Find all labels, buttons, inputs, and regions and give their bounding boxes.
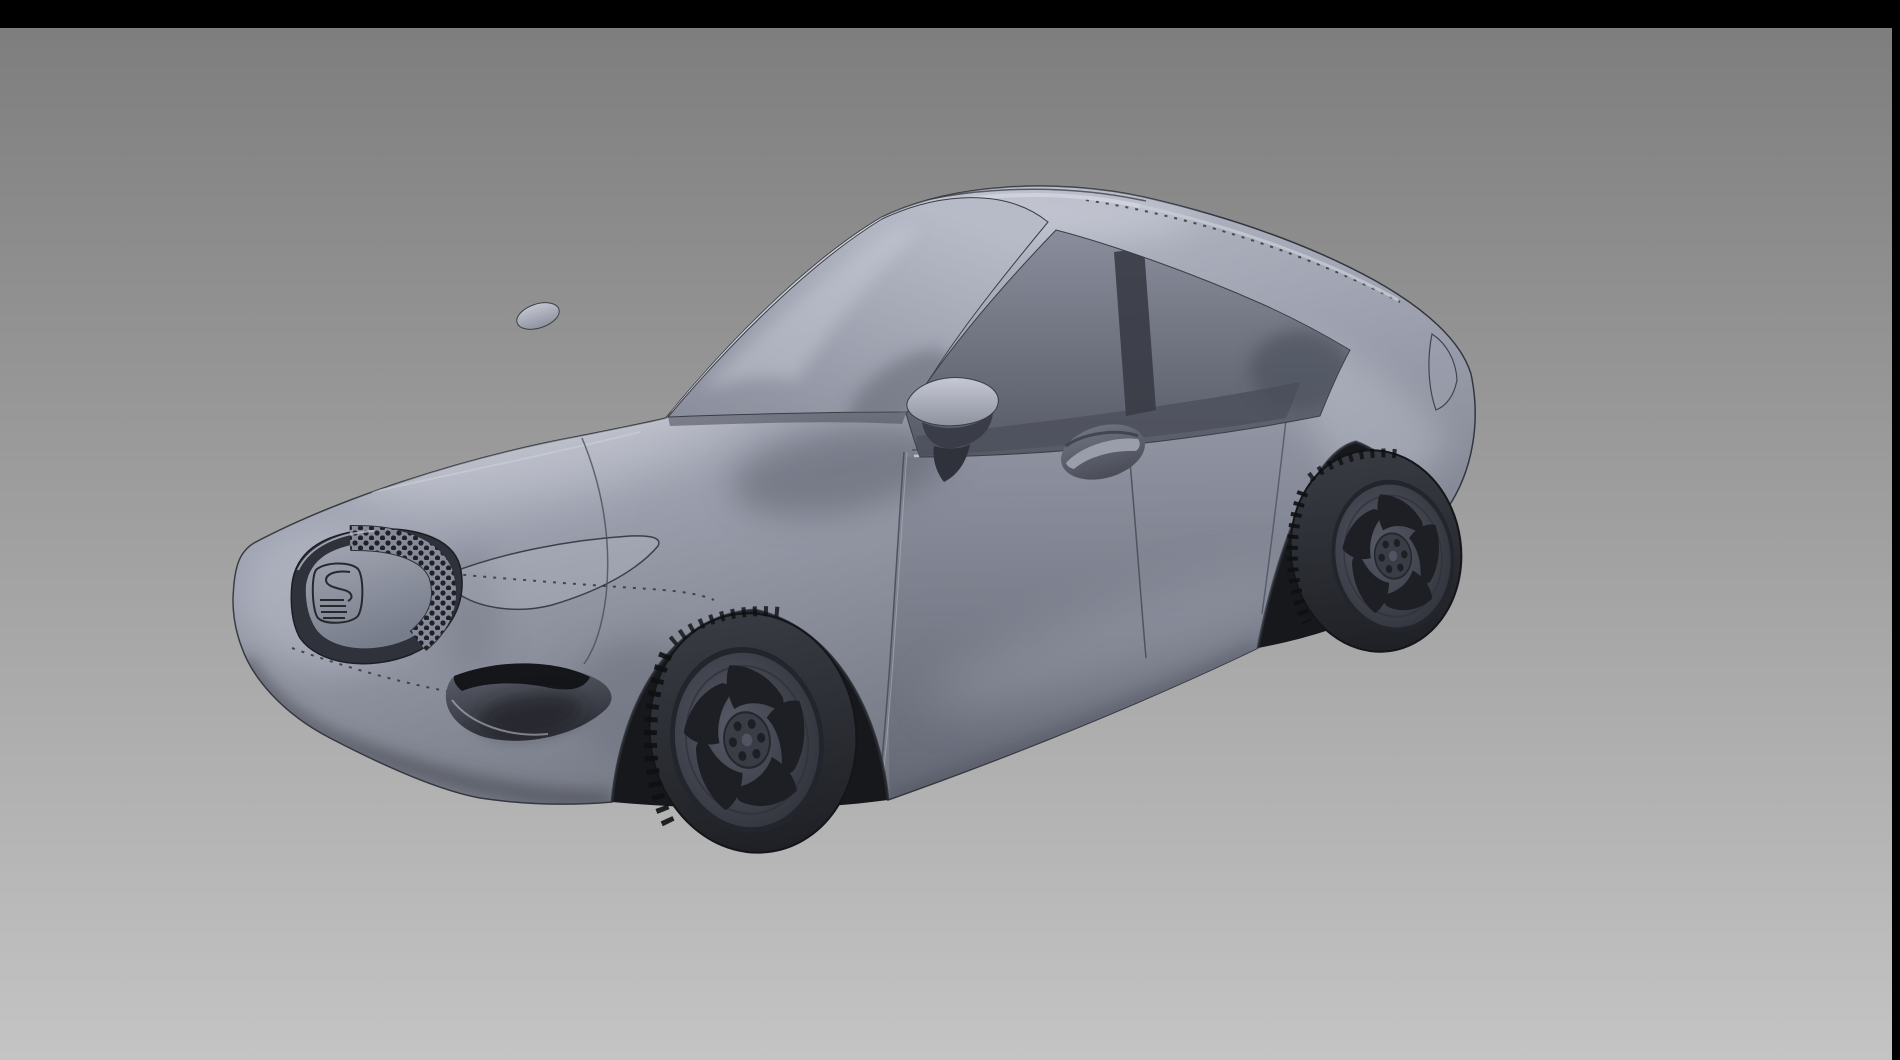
scene-canvas[interactable] [0, 0, 1900, 1060]
letterbox-top-bar [0, 0, 1900, 28]
letterbox-right-bar [1892, 0, 1900, 1060]
render-viewport[interactable] [0, 0, 1900, 1060]
